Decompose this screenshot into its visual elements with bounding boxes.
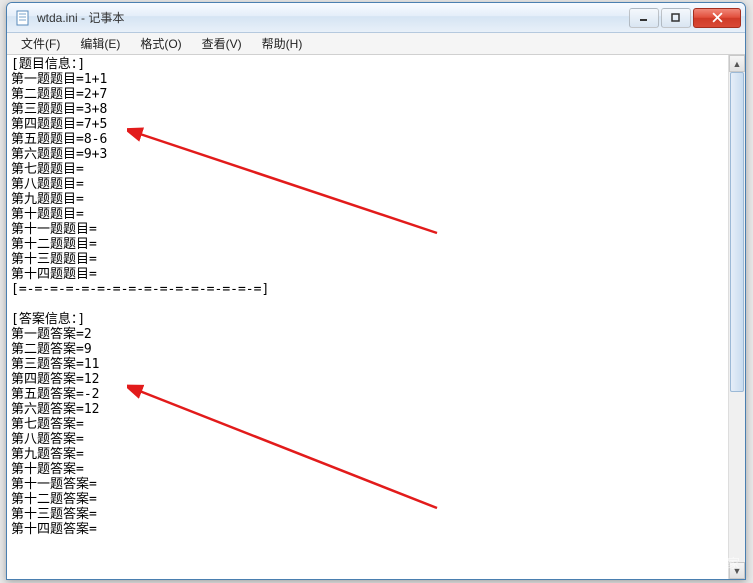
menubar: 文件(F) 编辑(E) 格式(O) 查看(V) 帮助(H) xyxy=(7,33,745,55)
scroll-up-arrow[interactable]: ▲ xyxy=(729,55,745,72)
vertical-scrollbar[interactable]: ▲ ▼ xyxy=(728,55,745,579)
menu-file[interactable]: 文件(F) xyxy=(11,33,70,54)
window-title: wtda.ini - 记事本 xyxy=(37,9,629,26)
close-button[interactable] xyxy=(693,8,741,28)
notepad-window: wtda.ini - 记事本 文件(F) 编辑(E) 格式(O) 查看(V) 帮… xyxy=(6,2,746,580)
menu-help[interactable]: 帮助(H) xyxy=(252,33,313,54)
menu-edit[interactable]: 编辑(E) xyxy=(70,33,130,54)
scroll-down-arrow[interactable]: ▼ xyxy=(729,562,745,579)
content-area: [题目信息：] 第一题题目=1+1 第二题题目=2+7 第三题题目=3+8 第四… xyxy=(7,55,745,579)
text-editor[interactable]: [题目信息：] 第一题题目=1+1 第二题题目=2+7 第三题题目=3+8 第四… xyxy=(7,55,728,579)
titlebar[interactable]: wtda.ini - 记事本 xyxy=(7,3,745,33)
window-controls xyxy=(629,8,741,28)
scroll-thumb[interactable] xyxy=(730,72,744,392)
notepad-icon xyxy=(15,10,31,26)
menu-view[interactable]: 查看(V) xyxy=(192,33,252,54)
maximize-button[interactable] xyxy=(661,8,691,28)
minimize-button[interactable] xyxy=(629,8,659,28)
menu-format[interactable]: 格式(O) xyxy=(130,33,191,54)
